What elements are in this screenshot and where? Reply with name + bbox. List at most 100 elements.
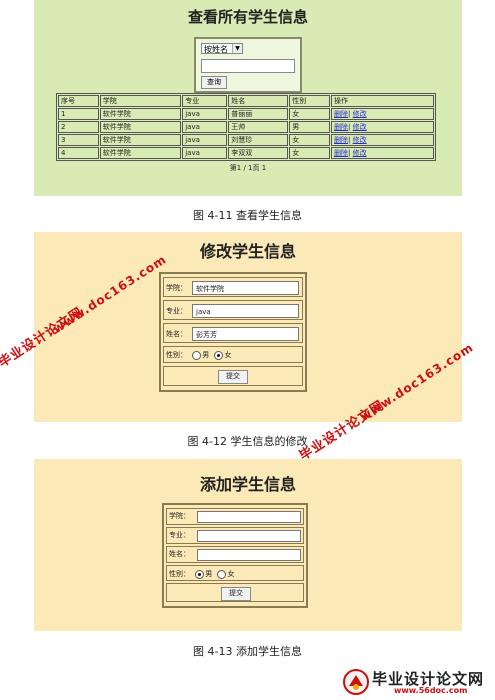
major-row: 专业：: [166, 527, 304, 544]
cell-college: 软件学院: [99, 147, 182, 159]
header-major: 专业: [182, 95, 228, 107]
table-row: 2 软件学院 java 王帅 男 删除| 修改: [58, 121, 434, 133]
cell-actions: 删除| 修改: [331, 121, 434, 133]
filter-select-value: 按姓名: [204, 45, 228, 54]
table-row: 1 软件学院 java 普丽丽 女 删除| 修改: [58, 108, 434, 120]
action-separator: |: [348, 123, 351, 131]
major-row: 专业： java: [163, 300, 303, 320]
header-no: 序号: [58, 95, 99, 107]
name-label: 姓名：: [169, 550, 190, 558]
cell-name: 李双双: [228, 147, 289, 159]
action-separator: |: [348, 110, 351, 118]
college-label: 学院：: [166, 284, 187, 292]
gender-label: 性别：: [166, 351, 187, 359]
cell-college: 软件学院: [99, 134, 182, 146]
pagination[interactable]: 第1 / 1页 1: [34, 163, 462, 173]
male-radio[interactable]: [195, 569, 205, 579]
cell-college: 软件学院: [99, 108, 182, 120]
cell-no: 2: [58, 121, 99, 133]
gender-row: 性别： 男 女: [166, 565, 304, 581]
college-row: 学院：: [166, 508, 304, 525]
cell-gender: 女: [289, 108, 331, 120]
name-label: 姓名：: [166, 330, 187, 338]
edit-form: 学院： 软件学院 专业： java 姓名： 彭芳芳 性别： 男 女 提交: [159, 272, 307, 392]
name-row: 姓名：: [166, 546, 304, 563]
student-list-panel: 查看所有学生信息 按姓名 ▼ 查询 序号 学院 专业 姓名 性别 操作 1 软件…: [34, 0, 462, 196]
figure-caption-4-12: 图 4-12 学生信息的修改: [187, 435, 308, 448]
table-row: 3 软件学院 java 刘慧珍 女 删除| 修改: [58, 134, 434, 146]
college-label: 学院：: [169, 512, 190, 520]
submit-row: 提交: [166, 583, 304, 602]
cell-actions: 删除| 修改: [331, 134, 434, 146]
logo-emblem-icon: [343, 669, 369, 695]
header-college: 学院: [99, 95, 182, 107]
cell-gender: 女: [289, 147, 331, 159]
header-name: 姓名: [228, 95, 289, 107]
page-title: 查看所有学生信息: [187, 8, 308, 26]
edit-link[interactable]: 修改: [353, 110, 367, 118]
search-form: 按姓名 ▼ 查询: [194, 37, 302, 93]
female-label: 女: [224, 351, 232, 359]
cell-major: java: [182, 121, 228, 133]
cell-major: java: [182, 147, 228, 159]
cell-gender: 男: [289, 121, 331, 133]
gender-label: 性别：: [169, 570, 190, 578]
gender-row: 性别： 男 女: [163, 346, 303, 363]
college-input[interactable]: 软件学院: [192, 281, 299, 295]
footer-logo-url: www.56doc.com: [394, 686, 468, 695]
figure-caption-4-13: 图 4-13 添加学生信息: [193, 645, 302, 658]
delete-link[interactable]: 删除: [334, 123, 348, 131]
header-gender: 性别: [289, 95, 331, 107]
add-submit-button[interactable]: 提交: [221, 587, 251, 601]
action-separator: |: [348, 149, 351, 157]
cell-name: 普丽丽: [228, 108, 289, 120]
edit-title: 修改学生信息: [199, 242, 296, 261]
delete-link[interactable]: 删除: [334, 136, 348, 144]
cell-no: 4: [58, 147, 99, 159]
edit-link[interactable]: 修改: [353, 136, 367, 144]
female-radio[interactable]: [217, 569, 227, 579]
female-label: 女: [227, 570, 235, 578]
header-actions: 操作: [331, 95, 434, 107]
cell-no: 1: [58, 108, 99, 120]
name-input[interactable]: 彭芳芳: [192, 327, 299, 341]
male-radio[interactable]: [192, 350, 202, 360]
cell-college: 软件学院: [99, 121, 182, 133]
name-row: 姓名： 彭芳芳: [163, 323, 303, 343]
footer-logo: 毕业设计论文网 www.56doc.com: [342, 668, 492, 696]
filter-select[interactable]: 按姓名 ▼: [201, 43, 243, 54]
major-input[interactable]: java: [192, 304, 299, 318]
male-label: 男: [205, 570, 213, 578]
delete-link[interactable]: 删除: [334, 110, 348, 118]
cell-gender: 女: [289, 134, 331, 146]
major-label: 专业：: [169, 531, 190, 539]
cell-actions: 删除| 修改: [331, 147, 434, 159]
chevron-down-icon: ▼: [232, 44, 242, 53]
edit-link[interactable]: 修改: [353, 123, 367, 131]
college-input[interactable]: [197, 511, 301, 523]
submit-row: 提交: [163, 366, 303, 386]
add-student-panel: 添加学生信息 学院： 专业： 姓名： 性别： 男 女 提交: [34, 459, 462, 631]
cell-name: 刘慧珍: [228, 134, 289, 146]
edit-submit-button[interactable]: 提交: [218, 370, 248, 384]
cell-major: java: [182, 134, 228, 146]
major-label: 专业：: [166, 307, 187, 315]
college-row: 学院： 软件学院: [163, 277, 303, 297]
cell-actions: 删除| 修改: [331, 108, 434, 120]
male-label: 男: [202, 351, 210, 359]
delete-link[interactable]: 删除: [334, 149, 348, 157]
search-input[interactable]: [201, 59, 295, 73]
add-form: 学院： 专业： 姓名： 性别： 男 女 提交: [162, 503, 308, 608]
table-header-row: 序号 学院 专业 姓名 性别 操作: [58, 95, 434, 107]
student-table: 序号 学院 专业 姓名 性别 操作 1 软件学院 java 普丽丽 女 删除| …: [56, 93, 436, 161]
figure-caption-4-11: 图 4-11 查看学生信息: [193, 209, 302, 222]
table-row: 4 软件学院 java 李双双 女 删除| 修改: [58, 147, 434, 159]
cell-major: java: [182, 108, 228, 120]
action-separator: |: [348, 136, 351, 144]
female-radio[interactable]: [214, 350, 224, 360]
edit-link[interactable]: 修改: [353, 149, 367, 157]
major-input[interactable]: [197, 530, 301, 542]
cell-name: 王帅: [228, 121, 289, 133]
name-input[interactable]: [197, 549, 301, 561]
search-button[interactable]: 查询: [201, 76, 227, 89]
